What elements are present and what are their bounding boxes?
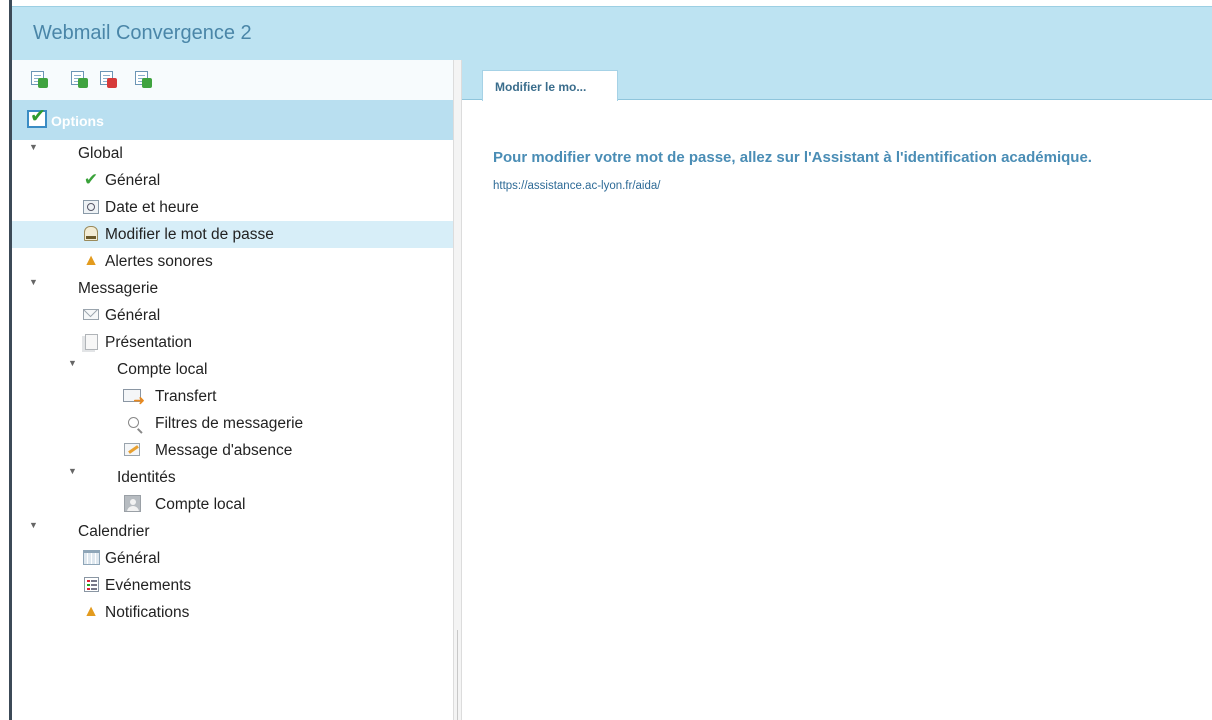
content-panel: Modifier le mo... Pour modifier votre mo…: [462, 60, 1212, 720]
tree-group-label: Compte local: [117, 361, 208, 378]
pages-icon: [82, 333, 100, 350]
expand-arrow-icon[interactable]: ▼: [29, 520, 38, 530]
key-icon: [82, 225, 100, 242]
title-bar: Webmail Convergence 2: [12, 6, 1212, 60]
tree-item-filtres[interactable]: Filtres de messagerie: [12, 410, 453, 437]
tree-group-label: Calendrier: [78, 523, 150, 540]
expand-arrow-icon[interactable]: ▼: [68, 358, 77, 368]
person-icon: [123, 495, 141, 512]
tree-item-label: Filtres de messagerie: [155, 415, 304, 432]
tree-group-label: Global: [78, 145, 123, 162]
tree-item-label: Modifier le mot de passe: [105, 226, 274, 243]
tree-group-identites[interactable]: ▼ Identités: [12, 464, 453, 491]
tree-item-label: Alertes sonores: [105, 253, 213, 270]
tree-item-label: Général: [105, 550, 161, 567]
tree-item-alertes-sonores[interactable]: ▲ Alertes sonores: [12, 248, 453, 275]
tree-item-transfert[interactable]: ➜ Transfert: [12, 383, 453, 410]
list-icon: [82, 576, 100, 593]
tree-item-label: Général: [105, 172, 161, 189]
tree-item-label: Evénements: [105, 577, 192, 594]
app-window: Webmail Convergence 2 ✔ Options ▼ Global…: [0, 0, 1212, 720]
expand-arrow-icon[interactable]: ▼: [29, 277, 38, 287]
add-document-button[interactable]: [28, 69, 48, 89]
calendar-grid-icon: [82, 549, 100, 566]
import-document-button[interactable]: [132, 69, 152, 89]
options-header[interactable]: ✔ Options: [12, 100, 453, 140]
forward-mail-icon: ➜: [123, 387, 145, 407]
tree-group-messagerie[interactable]: ▼ Messagerie: [12, 275, 453, 302]
tree-item-label: Date et heure: [105, 199, 199, 216]
tree-group-label: Messagerie: [78, 280, 159, 297]
tree-item-notifications[interactable]: ▲ Notifications: [12, 599, 453, 626]
tree-group-label: Identités: [117, 469, 176, 486]
aida-link[interactable]: https://assistance.ac-lyon.fr/aida/: [493, 180, 660, 192]
envelope-icon: [82, 306, 100, 323]
options-header-label: Options: [51, 113, 104, 129]
magnifier-icon: [124, 414, 143, 433]
tree-group-compte-local[interactable]: ▼ Compte local: [12, 356, 453, 383]
app-title: Webmail Convergence 2: [33, 22, 252, 44]
export-document-button[interactable]: [68, 69, 88, 89]
tree-item-label: Message d'absence: [155, 442, 293, 459]
tree-item-label: Transfert: [155, 388, 217, 405]
tree-item-message-absence[interactable]: Message d'absence: [12, 437, 453, 464]
tab-modifier-mot-de-passe[interactable]: Modifier le mo...: [482, 70, 618, 101]
pencil-note-icon: [123, 441, 141, 458]
tree-item-label: Notifications: [105, 604, 190, 621]
tree-item-presentation[interactable]: Présentation: [12, 329, 453, 356]
panel-splitter[interactable]: [453, 60, 462, 720]
tree-item-identite-compte-local[interactable]: Compte local: [12, 491, 453, 518]
delete-document-button[interactable]: [97, 69, 117, 89]
options-sidebar: ✔ Options ▼ Global ✔ Général Date et heu…: [12, 60, 453, 720]
tree-group-global[interactable]: ▼ Global: [12, 140, 453, 167]
clock-icon: [82, 198, 100, 215]
tree-item-evenements[interactable]: Evénements: [12, 572, 453, 599]
options-checkbox-icon: ✔: [27, 107, 47, 128]
tree-item-label: Général: [105, 307, 161, 324]
tree-item-date-heure[interactable]: Date et heure: [12, 194, 453, 221]
splitter-grip[interactable]: [457, 630, 458, 720]
tree-item-calendrier-general[interactable]: Général: [12, 545, 453, 572]
bell-icon: ▲: [83, 602, 99, 620]
tree-group-calendrier[interactable]: ▼ Calendrier: [12, 518, 453, 545]
tab-label: Modifier le mo...: [495, 80, 587, 94]
tree-item-label: Compte local: [155, 496, 246, 513]
window-edge: [0, 0, 9, 720]
expand-arrow-icon[interactable]: ▼: [68, 466, 77, 476]
tree-item-global-general[interactable]: ✔ Général: [12, 167, 453, 194]
tab-strip: Modifier le mo...: [462, 60, 1212, 101]
tree-item-modifier-mot-de-passe[interactable]: Modifier le mot de passe: [12, 221, 453, 248]
expand-arrow-icon[interactable]: ▼: [29, 142, 38, 152]
checkmark-icon: ✔: [83, 170, 99, 189]
bell-icon: ▲: [83, 251, 99, 269]
tree-item-messagerie-general[interactable]: Général: [12, 302, 453, 329]
sidebar-toolbar: [12, 60, 453, 100]
content-heading: Pour modifier votre mot de passe, allez …: [493, 149, 1092, 166]
tree-item-label: Présentation: [105, 334, 193, 351]
